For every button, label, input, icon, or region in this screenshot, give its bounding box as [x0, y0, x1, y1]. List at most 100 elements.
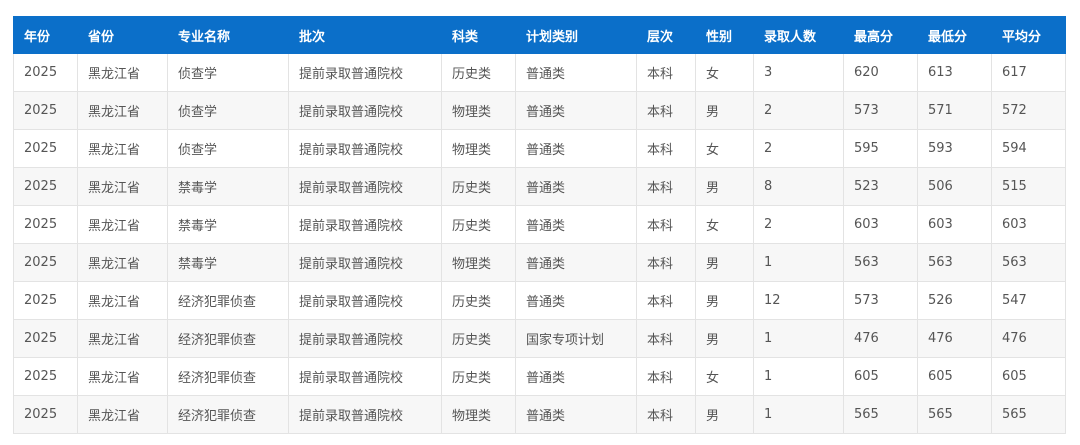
cell-subject-type: 历史类	[441, 167, 516, 206]
cell-max-score: 523	[843, 167, 918, 206]
cell-avg-score: 617	[991, 53, 1066, 92]
cell-year: 2025	[13, 357, 78, 396]
table-row: 2025 黑龙江省 经济犯罪侦查 提前录取普通院校 历史类 普通类 本科男 12 573 526 5…	[13, 281, 1066, 320]
cell-batch: 提前录取普通院校	[288, 281, 442, 320]
cell-gender: 女	[695, 53, 754, 92]
cell-gender: 男	[695, 281, 754, 320]
header-plan-type: 计划类别	[515, 16, 637, 54]
cell-major: 经济犯罪侦查	[167, 281, 289, 320]
cell-level: 本科	[636, 53, 696, 92]
table-row: 2025 黑龙江省 经济犯罪侦查 提前录取普通院校 历史类 国家专项计划 本科男 1 476 47…	[13, 319, 1066, 358]
table-row: 2025 黑龙江省 侦查学 提前录取普通院校 物理类 普通类 本科女 2 595 593 594	[13, 129, 1066, 168]
cell-min-score: 526	[917, 281, 992, 320]
table-row: 2025 黑龙江省 禁毒学 提前录取普通院校 历史类 普通类 本科男 8 523 506 515	[13, 167, 1066, 206]
cell-gender: 男	[695, 167, 754, 206]
cell-min-score: 476	[917, 319, 992, 358]
cell-province: 黑龙江省	[77, 129, 168, 168]
table-row: 2025 黑龙江省 侦查学 提前录取普通院校 历史类 普通类 本科女 3 620 613 617	[13, 53, 1066, 92]
cell-min-score: 605	[917, 357, 992, 396]
cell-province: 黑龙江省	[77, 281, 168, 320]
cell-level: 本科	[636, 395, 696, 434]
cell-max-score: 573	[843, 91, 918, 130]
cell-admitted-count: 1	[753, 319, 844, 358]
cell-major: 禁毒学	[167, 243, 289, 282]
header-year: 年份	[13, 16, 78, 54]
cell-max-score: 603	[843, 205, 918, 244]
header-major: 专业名称	[167, 16, 289, 54]
cell-plan-type: 普通类	[515, 53, 637, 92]
cell-max-score: 595	[843, 129, 918, 168]
cell-subject-type: 历史类	[441, 205, 516, 244]
cell-avg-score: 563	[991, 243, 1066, 282]
cell-admitted-count: 1	[753, 243, 844, 282]
cell-year: 2025	[13, 53, 78, 92]
cell-gender: 男	[695, 243, 754, 282]
cell-gender: 女	[695, 357, 754, 396]
cell-subject-type: 物理类	[441, 243, 516, 282]
cell-province: 黑龙江省	[77, 319, 168, 358]
cell-major: 侦查学	[167, 129, 289, 168]
cell-subject-type: 历史类	[441, 281, 516, 320]
cell-province: 黑龙江省	[77, 91, 168, 130]
cell-major: 经济犯罪侦查	[167, 357, 289, 396]
cell-min-score: 565	[917, 395, 992, 434]
cell-max-score: 620	[843, 53, 918, 92]
cell-plan-type: 普通类	[515, 243, 637, 282]
header-batch: 批次	[288, 16, 442, 54]
cell-gender: 男	[695, 319, 754, 358]
cell-max-score: 565	[843, 395, 918, 434]
header-level: 层次	[636, 16, 696, 54]
admission-scores-table: 年份 省份 专业名称 批次 科类 计划类别 层次 性别 录取人数 最高分 最低分…	[13, 16, 1066, 434]
cell-gender: 女	[695, 129, 754, 168]
cell-avg-score: 515	[991, 167, 1066, 206]
cell-level: 本科	[636, 205, 696, 244]
cell-major: 经济犯罪侦查	[167, 319, 289, 358]
cell-batch: 提前录取普通院校	[288, 395, 442, 434]
cell-avg-score: 572	[991, 91, 1066, 130]
table-row: 2025 黑龙江省 经济犯罪侦查 提前录取普通院校 历史类 普通类 本科女 1 605 605 60…	[13, 357, 1066, 396]
table-row: 2025 黑龙江省 经济犯罪侦查 提前录取普通院校 物理类 普通类 本科男 1 565 565 56…	[13, 395, 1066, 434]
cell-year: 2025	[13, 243, 78, 282]
cell-year: 2025	[13, 91, 78, 130]
cell-year: 2025	[13, 319, 78, 358]
cell-major: 禁毒学	[167, 205, 289, 244]
cell-batch: 提前录取普通院校	[288, 53, 442, 92]
cell-admitted-count: 1	[753, 395, 844, 434]
cell-province: 黑龙江省	[77, 167, 168, 206]
cell-batch: 提前录取普通院校	[288, 205, 442, 244]
cell-subject-type: 物理类	[441, 129, 516, 168]
cell-level: 本科	[636, 129, 696, 168]
cell-province: 黑龙江省	[77, 53, 168, 92]
cell-year: 2025	[13, 205, 78, 244]
cell-year: 2025	[13, 281, 78, 320]
cell-admitted-count: 2	[753, 205, 844, 244]
cell-level: 本科	[636, 167, 696, 206]
table-row: 2025 黑龙江省 禁毒学 提前录取普通院校 历史类 普通类 本科女 2 603 603 603	[13, 205, 1066, 244]
cell-min-score: 506	[917, 167, 992, 206]
cell-plan-type: 普通类	[515, 129, 637, 168]
cell-min-score: 603	[917, 205, 992, 244]
cell-level: 本科	[636, 91, 696, 130]
cell-admitted-count: 1	[753, 357, 844, 396]
table-body: 2025 黑龙江省 侦查学 提前录取普通院校 历史类 普通类 本科女 3 620 613 617 20…	[13, 53, 1066, 434]
cell-min-score: 563	[917, 243, 992, 282]
cell-batch: 提前录取普通院校	[288, 357, 442, 396]
cell-major: 禁毒学	[167, 167, 289, 206]
cell-batch: 提前录取普通院校	[288, 167, 442, 206]
admission-scores-table-container: 年份 省份 专业名称 批次 科类 计划类别 层次 性别 录取人数 最高分 最低分…	[13, 16, 1066, 434]
cell-admitted-count: 2	[753, 91, 844, 130]
table-row: 2025 黑龙江省 侦查学 提前录取普通院校 物理类 普通类 本科男 2 573 571 572	[13, 91, 1066, 130]
header-max-score: 最高分	[843, 16, 918, 54]
cell-level: 本科	[636, 243, 696, 282]
cell-plan-type: 普通类	[515, 281, 637, 320]
cell-gender: 男	[695, 395, 754, 434]
cell-avg-score: 547	[991, 281, 1066, 320]
cell-batch: 提前录取普通院校	[288, 91, 442, 130]
table-header: 年份 省份 专业名称 批次 科类 计划类别 层次 性别 录取人数 最高分 最低分…	[13, 16, 1066, 54]
cell-major: 经济犯罪侦查	[167, 395, 289, 434]
cell-province: 黑龙江省	[77, 243, 168, 282]
cell-avg-score: 476	[991, 319, 1066, 358]
header-admitted-count: 录取人数	[753, 16, 844, 54]
cell-min-score: 613	[917, 53, 992, 92]
cell-level: 本科	[636, 357, 696, 396]
